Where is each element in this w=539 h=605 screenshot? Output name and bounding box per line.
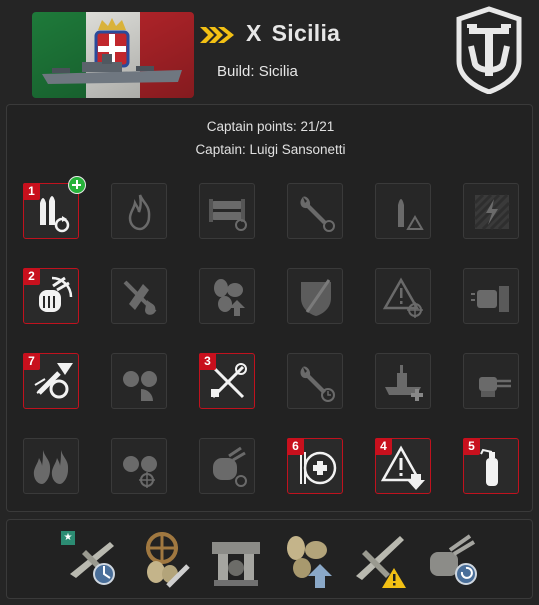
torpedo-reload-icon	[209, 199, 247, 231]
ship-name: Sicilia	[271, 20, 341, 46]
skill-secondary-gun[interactable]	[463, 353, 519, 409]
star-badge: ★	[61, 531, 75, 545]
double-fire-icon	[33, 450, 69, 484]
skill-battleship-plus[interactable]	[375, 353, 431, 409]
lightning-hatched-icon	[473, 193, 511, 231]
captain-points-label: Captain points: 21/21	[206, 119, 335, 134]
machinery-module-icon	[212, 542, 260, 586]
skill-order-badge: 2	[23, 268, 40, 285]
wrench-timer-icon	[300, 366, 335, 402]
propeller-up-module-icon	[287, 536, 332, 588]
skill-propeller-up[interactable]	[199, 268, 255, 324]
aircraft-warning-module-icon	[356, 536, 406, 588]
skill-order-badge: 4	[375, 438, 392, 455]
skill-fire-extinguisher[interactable]: 5	[463, 438, 519, 494]
skill-order-badge: 5	[463, 438, 480, 455]
skill-dual-turret-half[interactable]	[111, 353, 167, 409]
dual-turret-half-icon	[123, 371, 157, 401]
skill-lightning[interactable]	[463, 183, 519, 239]
fire-icon	[128, 194, 151, 231]
skill-wrench-timer[interactable]	[287, 353, 343, 409]
warning-crosshair-icon	[382, 277, 423, 318]
secondary-gun-icon	[479, 377, 511, 397]
ship-header: X Sicilia Build: Sicilia	[0, 0, 539, 104]
battleship-class-emblem-icon	[456, 6, 522, 94]
module-aircraft-warning[interactable]	[348, 528, 412, 592]
propeller-up-icon	[214, 279, 245, 316]
skill-warning-crosshair[interactable]	[375, 268, 431, 324]
skill-turret-armor[interactable]	[463, 268, 519, 324]
shield-sword-icon	[301, 279, 331, 316]
skill-shield-sword[interactable]	[287, 268, 343, 324]
skill-order-badge: 1	[23, 183, 40, 200]
skill-double-fire[interactable]	[23, 438, 79, 494]
dual-turret-crosshair-icon	[123, 456, 157, 488]
italy-flag-ship-image	[32, 12, 194, 98]
turret-reload-module-icon	[430, 534, 477, 585]
module-machinery[interactable]	[204, 528, 268, 592]
steering-wrench-module-icon	[146, 532, 190, 588]
skill-warning-down[interactable]: 4	[375, 438, 431, 494]
module-propeller-up[interactable]	[276, 528, 340, 592]
skill-shell-warning[interactable]	[375, 183, 431, 239]
captain-skills-panel: Captain points: 21/21 Captain: Luigi San…	[6, 104, 533, 512]
skill-shells-reload[interactable]: 1	[23, 176, 86, 239]
module-aircraft-radar[interactable]: ★	[60, 528, 124, 592]
module-steering-wrench[interactable]	[132, 528, 196, 592]
skill-wrench-reload[interactable]	[287, 183, 343, 239]
skill-aa-flak-burst[interactable]: 7	[23, 353, 79, 409]
skill-order-badge: 7	[23, 353, 40, 370]
ship-title: X Sicilia	[246, 20, 340, 47]
fire-shield-crossed-icon	[123, 280, 157, 315]
module-turret-reload[interactable]	[420, 528, 484, 592]
tier-chevron-icon	[200, 27, 234, 43]
skill-crossed-tools[interactable]: 3	[199, 353, 255, 409]
skill-dual-turret-crosshair[interactable]	[111, 438, 167, 494]
upgrade-modules-panel: ★	[6, 519, 533, 599]
shell-warning-icon	[398, 199, 424, 230]
plus-circle-icon	[68, 176, 86, 194]
skill-fire-shield-crossed[interactable]	[111, 268, 167, 324]
captain-name-label: Captain: Luigi Sansonetti	[195, 142, 346, 157]
skill-torpedo-reload[interactable]	[199, 183, 255, 239]
battleship-plus-icon	[385, 365, 423, 401]
wrench-reload-icon	[300, 196, 335, 232]
skill-fire[interactable]	[111, 183, 167, 239]
skill-aa-gun-reload[interactable]	[199, 438, 255, 494]
skill-order-badge: 6	[287, 438, 304, 455]
build-label: Build: Sicilia	[217, 63, 298, 80]
skill-heal-plus[interactable]: 6	[287, 438, 343, 494]
skill-order-badge: 3	[199, 353, 216, 370]
tier-label: X	[246, 20, 262, 46]
aa-gun-reload-icon	[213, 446, 247, 487]
skill-aa-gun-burst[interactable]: 2	[23, 268, 79, 324]
turret-armor-icon	[471, 286, 509, 312]
